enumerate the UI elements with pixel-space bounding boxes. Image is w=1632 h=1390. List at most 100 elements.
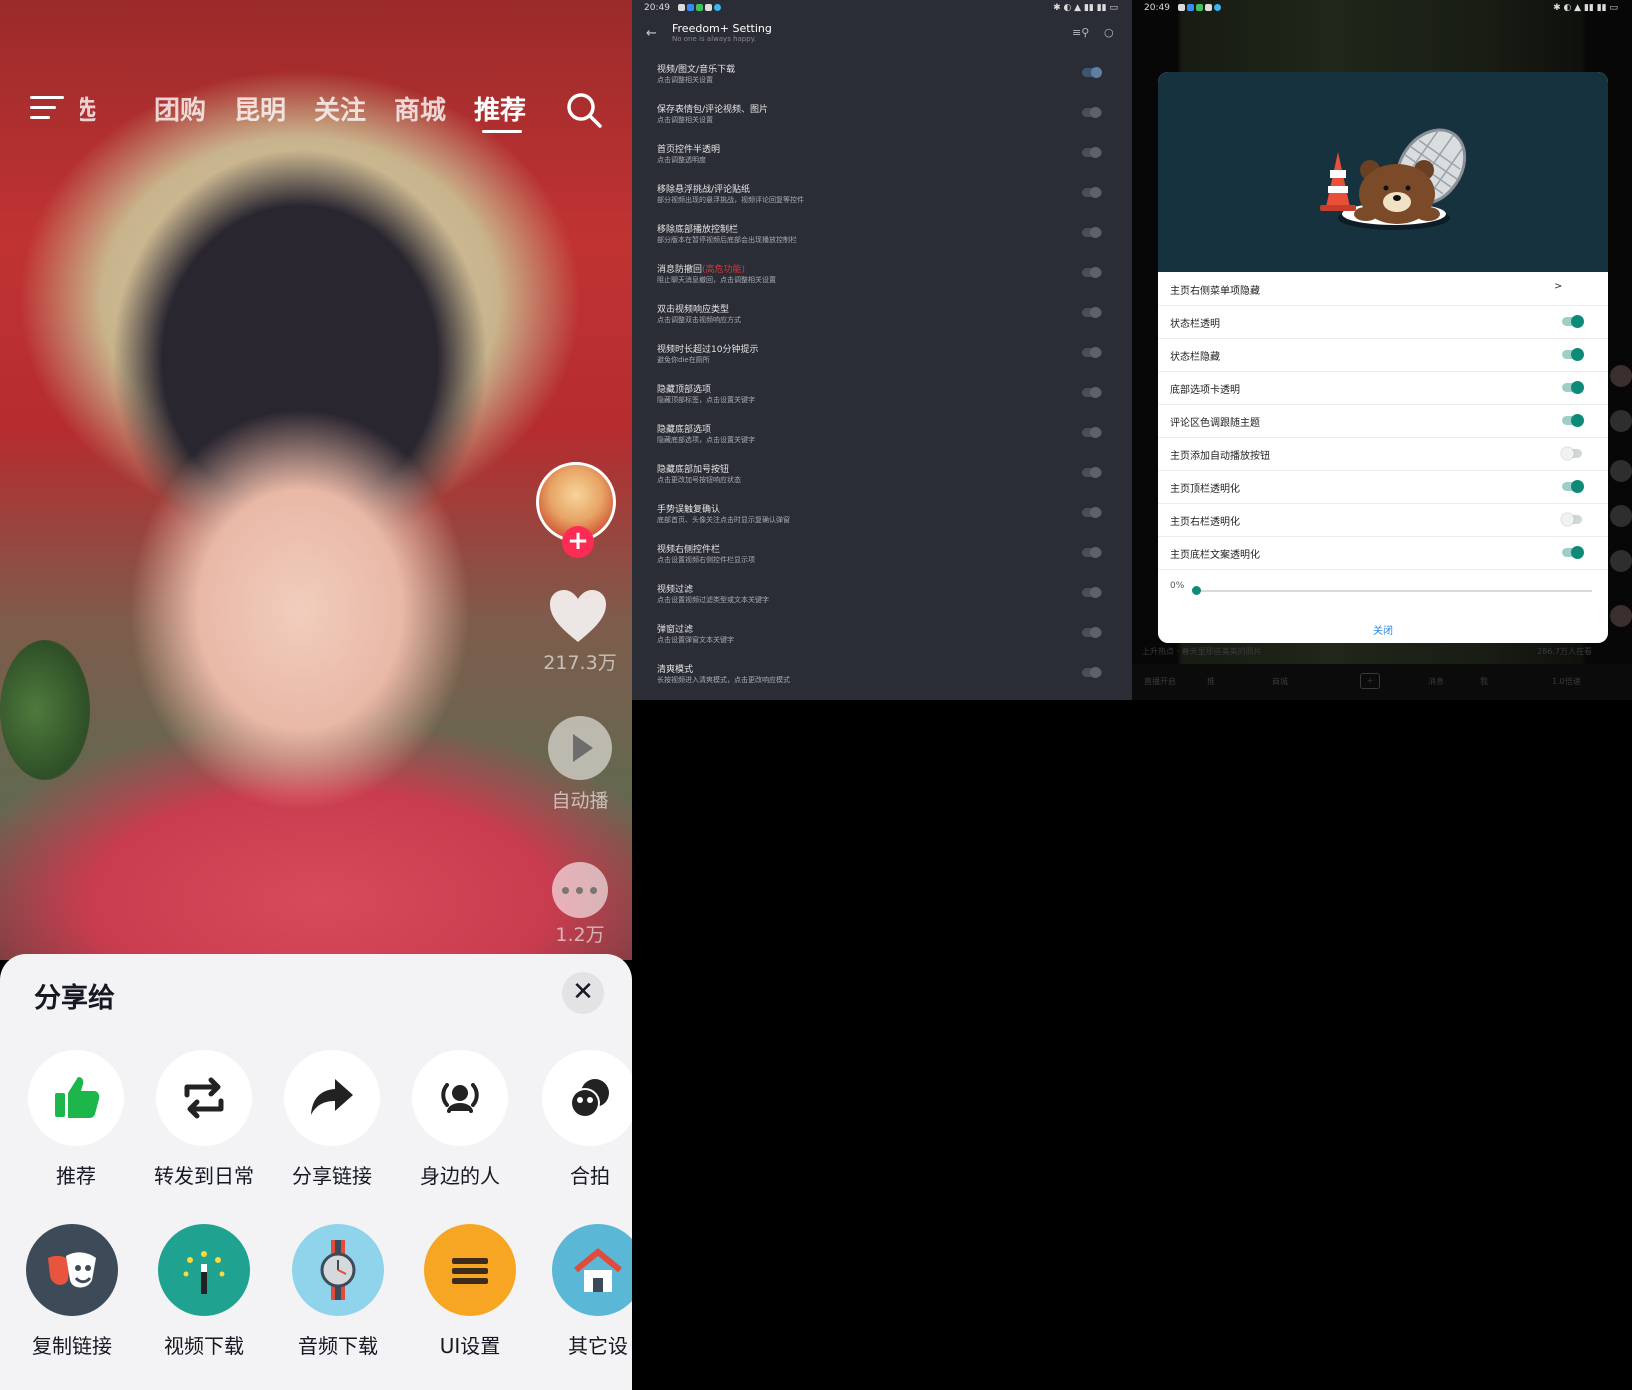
setting-toggle[interactable]: [1082, 107, 1102, 118]
tab-kunming[interactable]: 昆明: [234, 90, 286, 127]
dialog-option-switch[interactable]: [1562, 348, 1584, 361]
dialog-option-row[interactable]: 状态栏透明: [1158, 305, 1608, 339]
heart-icon[interactable]: [548, 588, 608, 644]
share-option-repost[interactable]: 转发到日常: [144, 1050, 264, 1189]
setting-toggle[interactable]: [1082, 187, 1102, 198]
share-option-house[interactable]: 其它设: [538, 1224, 632, 1359]
dialog-option-row[interactable]: 状态栏隐藏: [1158, 338, 1608, 372]
setting-toggle[interactable]: [1082, 387, 1102, 398]
dialog-option-row[interactable]: 主页顶栏透明化: [1158, 470, 1608, 504]
share-option-circle[interactable]: [424, 1224, 516, 1316]
setting-toggle[interactable]: [1082, 507, 1102, 518]
bottom-item[interactable]: 消息: [1428, 676, 1444, 687]
setting-row[interactable]: 保存表情包/评论视频、图片 点击调整相关设置: [632, 98, 1132, 138]
share-option-thumbs-up[interactable]: 推荐: [16, 1050, 136, 1189]
share-option-circle[interactable]: [28, 1050, 124, 1146]
dialog-option-row[interactable]: 主页右栏透明化: [1158, 503, 1608, 537]
setting-row[interactable]: 移除悬浮挑战/评论贴纸 部分视频出现的悬浮挑战，视频评论回复等控件: [632, 178, 1132, 218]
share-option-list[interactable]: UI设置: [410, 1224, 530, 1359]
setting-row[interactable]: 双击视频响应类型 点击调整双击视频响应方式: [632, 298, 1132, 338]
bottom-item[interactable]: 直播开启: [1144, 676, 1176, 687]
share-option-watch[interactable]: 音频下载: [278, 1224, 398, 1359]
bottom-item[interactable]: 商城: [1272, 676, 1288, 687]
share-option-circle[interactable]: [284, 1050, 380, 1146]
setting-row[interactable]: 弹窗过滤 点击设置弹窗文本关键字: [632, 618, 1132, 658]
tab-group-buy[interactable]: 团购: [154, 90, 206, 127]
dialog-option-switch[interactable]: [1562, 381, 1584, 394]
dialog-option-row[interactable]: 底部选项卡透明: [1158, 371, 1608, 405]
share-option-circle[interactable]: [26, 1224, 118, 1316]
dialog-option-switch[interactable]: [1562, 480, 1584, 493]
setting-subtitle: 点击更改加号按钮响应状态: [657, 476, 741, 484]
close-button[interactable]: 关闭: [1158, 622, 1608, 637]
setting-toggle[interactable]: [1082, 227, 1102, 238]
setting-row[interactable]: 视频右侧控件栏 点击设置视频右侧控件栏显示项: [632, 538, 1132, 578]
dialog-option-switch[interactable]: [1562, 414, 1584, 427]
plus-icon[interactable]: +: [1360, 673, 1380, 689]
follow-plus-icon[interactable]: +: [562, 526, 594, 558]
comment-icon[interactable]: [552, 862, 608, 918]
list-icon: [424, 1224, 516, 1316]
setting-row[interactable]: 隐藏顶部选项 隐藏顶部标签，点击设置关键字: [632, 378, 1132, 418]
setting-toggle[interactable]: [1082, 667, 1102, 678]
dialog-option-switch[interactable]: [1562, 315, 1584, 328]
setting-row[interactable]: 清爽模式 长按视频进入清爽模式，点击更改响应模式: [632, 658, 1132, 698]
transparency-slider-track[interactable]: [1196, 590, 1592, 592]
share-option-share-arrow[interactable]: 分享链接: [272, 1050, 392, 1189]
transparency-slider-handle[interactable]: [1192, 586, 1201, 595]
share-option-circle[interactable]: [292, 1224, 384, 1316]
dialog-option-switch[interactable]: [1561, 447, 1582, 460]
dialog-option-row[interactable]: 主页右侧菜单项隐藏 >: [1158, 272, 1608, 306]
setting-toggle[interactable]: [1082, 307, 1102, 318]
dialog-option-row[interactable]: 主页底栏文案透明化: [1158, 536, 1608, 570]
setting-toggle[interactable]: [1082, 467, 1102, 478]
setting-toggle[interactable]: [1082, 147, 1102, 158]
share-option-circle[interactable]: [156, 1050, 252, 1146]
dialog-option-row[interactable]: 主页添加自动播放按钮: [1158, 437, 1608, 471]
dialog-option-row[interactable]: 评论区色调跟随主题: [1158, 404, 1608, 438]
setting-row[interactable]: 首页控件半透明 点击调整透明度: [632, 138, 1132, 178]
setting-row[interactable]: 视频时长超过10分钟提示 避免你die在厕所: [632, 338, 1132, 378]
setting-title: 视频过滤: [657, 585, 694, 595]
bottom-item[interactable]: 1.0倍速: [1552, 676, 1581, 687]
bottom-item[interactable]: 推: [1207, 676, 1215, 687]
setting-row[interactable]: 隐藏底部选项 隐藏底部选项，点击设置关键字: [632, 418, 1132, 458]
search-list-icon[interactable]: ≡⚲: [1072, 26, 1089, 39]
setting-toggle[interactable]: [1082, 67, 1102, 78]
auto-play-icon[interactable]: [548, 716, 612, 780]
search-icon[interactable]: [564, 90, 604, 130]
menu-icon[interactable]: [30, 94, 66, 122]
setting-row[interactable]: 手势误触复确认 底部首页、头像关注点击时显示复确认弹窗: [632, 498, 1132, 538]
dialog-option-switch[interactable]: [1561, 513, 1582, 526]
share-option-mask[interactable]: 复制链接: [12, 1224, 132, 1359]
tab-following[interactable]: 关注: [314, 90, 366, 127]
bottom-item[interactable]: 我: [1480, 676, 1488, 687]
dialog-option-switch[interactable]: [1562, 546, 1584, 559]
back-arrow-icon[interactable]: ←: [646, 26, 657, 41]
circle-icon[interactable]: ○: [1104, 26, 1114, 39]
setting-toggle[interactable]: [1082, 627, 1102, 638]
tab-recommend[interactable]: 推荐: [474, 90, 526, 127]
setting-toggle[interactable]: [1082, 587, 1102, 598]
setting-row[interactable]: 视频/图文/音乐下载 点击调整相关设置: [632, 58, 1132, 98]
close-button[interactable]: ✕: [562, 972, 604, 1014]
share-option-circle[interactable]: [158, 1224, 250, 1316]
freedom-settings-panel: 20:49 ✱ ◐ ▲ ▮▮ ▮▮ ▭ ← Freedom+ Setting N…: [632, 0, 1132, 700]
setting-row[interactable]: 隐藏底部加号按钮 点击更改加号按钮响应状态: [632, 458, 1132, 498]
share-option-circle[interactable]: [552, 1224, 632, 1316]
share-option-nearby-people[interactable]: 身边的人: [400, 1050, 520, 1189]
setting-row[interactable]: 视频过滤 点击设置视频过滤类型或文本关键字: [632, 578, 1132, 618]
setting-toggle[interactable]: [1082, 427, 1102, 438]
share-option-circle[interactable]: [412, 1050, 508, 1146]
setting-row[interactable]: 消息防撤回(高危功能) 阻止聊天消息撤回，点击调整相关设置: [632, 258, 1132, 298]
tab-mall[interactable]: 商城: [394, 90, 446, 127]
setting-row[interactable]: 移除底部播放控制栏 部分版本在暂停视频后底部会出现播放控制栏: [632, 218, 1132, 258]
setting-toggle[interactable]: [1082, 267, 1102, 278]
chevron-right-icon[interactable]: >: [1554, 281, 1562, 292]
setting-toggle[interactable]: [1082, 347, 1102, 358]
share-option-magic-wand[interactable]: 视频下载: [144, 1224, 264, 1359]
tab-selected-partial[interactable]: 精选: [80, 90, 96, 127]
share-option-duet[interactable]: 合拍: [530, 1050, 632, 1189]
share-option-circle[interactable]: [542, 1050, 632, 1146]
setting-toggle[interactable]: [1082, 547, 1102, 558]
